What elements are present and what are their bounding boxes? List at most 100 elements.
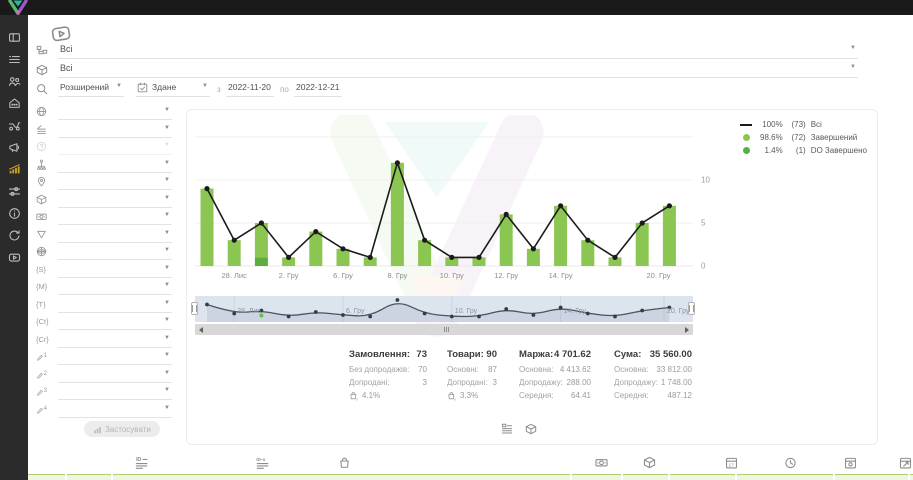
sidebar-item-info[interactable]	[0, 202, 28, 224]
chevron-down-icon[interactable]: ▼	[164, 335, 170, 341]
filter-select[interactable]: ▼	[58, 141, 172, 155]
products-column-icon[interactable]	[643, 456, 656, 469]
chevron-down-icon[interactable]: ▼	[164, 107, 170, 113]
scroll-grip[interactable]	[444, 327, 449, 332]
table-cell[interactable]	[670, 474, 735, 480]
chevron-down-icon[interactable]: ▼	[164, 352, 170, 358]
chevron-down-icon[interactable]: ▼	[164, 230, 170, 236]
chart-scrollbar[interactable]	[195, 324, 693, 335]
chevron-down-icon[interactable]: ▼	[850, 64, 856, 70]
sidebar-item-sync[interactable]	[0, 224, 28, 246]
chevron-down-icon[interactable]: ▼	[164, 370, 170, 376]
svg-text:10. Гру: 10. Гру	[455, 308, 478, 315]
sidebar-nav	[0, 15, 28, 480]
range-navigator[interactable]: 28. Лис6. Гру10. Гру14. Гру20. Гру	[195, 296, 693, 322]
date-export-column-icon[interactable]	[899, 456, 912, 469]
product-select[interactable]: Всі ▼	[58, 63, 858, 78]
items-column-icon[interactable]	[338, 456, 351, 469]
legend-item[interactable]: 1.4% (1) DO Завершено	[740, 144, 867, 157]
table-cell[interactable]	[835, 474, 908, 480]
chevron-down-icon[interactable]: ▼	[164, 317, 170, 323]
filter-select[interactable]: ▼	[58, 246, 172, 260]
filter-select[interactable]: ▼	[58, 404, 172, 418]
sync-icon	[8, 229, 21, 242]
filter-select[interactable]: ▼	[58, 281, 172, 295]
filter-select[interactable]: ▼	[58, 106, 172, 120]
pencil-icon: 4	[36, 404, 47, 415]
sidebar-item-video-help[interactable]	[0, 246, 28, 268]
chevron-down-icon[interactable]: ▼	[164, 247, 170, 253]
sidebar-item-store[interactable]	[0, 92, 28, 114]
filter-row-pencil1: 1▼	[32, 351, 172, 366]
table-cell[interactable]	[572, 474, 621, 480]
chevron-down-icon[interactable]: ▼	[164, 282, 170, 288]
payment-column-icon[interactable]	[595, 456, 608, 469]
chevron-down-icon[interactable]: ▼	[164, 265, 170, 271]
braces-label: {S}	[36, 264, 47, 275]
main-chart[interactable]: 051028. Лис2. Гру6. Гру8. Гру10. Гру12. …	[195, 128, 717, 288]
filter-select[interactable]: ▼	[58, 369, 172, 383]
sidebar-item-orders[interactable]	[0, 48, 28, 70]
filter-select[interactable]: ▼	[58, 194, 172, 208]
filter-select[interactable]: ▼	[58, 351, 172, 365]
products-view-icon[interactable]	[525, 423, 537, 435]
scroll-right-icon[interactable]	[685, 327, 689, 333]
source-select[interactable]: Всі ▼	[58, 44, 858, 59]
table-cell[interactable]	[67, 474, 111, 480]
sidebar-item-analytics[interactable]	[0, 158, 28, 180]
date-from-input[interactable]: 2022-11-20	[226, 82, 274, 97]
table-cell[interactable]	[28, 474, 65, 480]
filter-select[interactable]: ▼	[58, 124, 172, 138]
filter-select[interactable]: ▼	[58, 316, 172, 330]
legend-item[interactable]: 98.6% (72) Завершений	[740, 131, 867, 144]
sidebar-item-automation[interactable]	[0, 180, 28, 202]
date-created-column-icon[interactable]: 17	[725, 456, 738, 469]
list-view-icon[interactable]	[501, 423, 513, 435]
date-to-input[interactable]: 2022-12-21	[294, 82, 342, 97]
source-tree-icon	[36, 45, 48, 57]
svg-text:0: 0	[701, 262, 706, 271]
filter-select[interactable]: ▼	[58, 176, 172, 190]
filter-select[interactable]: ▼	[58, 299, 172, 313]
table-cell[interactable]	[623, 474, 668, 480]
sidebar-item-announcements[interactable]	[0, 136, 28, 158]
legend-item[interactable]: 100% (73) Всі	[740, 118, 867, 131]
navigator-left-handle[interactable]	[191, 302, 198, 315]
sidebar-item-dashboard[interactable]	[0, 26, 28, 48]
chevron-down-icon[interactable]: ▼	[164, 300, 170, 306]
chevron-down-icon[interactable]: ▼	[164, 212, 170, 218]
filter-select[interactable]: ▼	[58, 159, 172, 173]
chevron-down-icon[interactable]: ▼	[116, 83, 122, 89]
external-id-column-icon[interactable]: ID-o	[256, 456, 269, 469]
scroll-left-icon[interactable]	[199, 327, 203, 333]
chevron-down-icon[interactable]: ▼	[164, 387, 170, 393]
date-due-column-icon[interactable]	[844, 456, 857, 469]
svg-text:10: 10	[701, 176, 710, 185]
sidebar-item-customers[interactable]	[0, 70, 28, 92]
sidebar-item-delivery[interactable]	[0, 114, 28, 136]
chevron-down-icon[interactable]: ▼	[164, 195, 170, 201]
filter-row-s: {S} ▼	[32, 264, 172, 279]
filter-select[interactable]: ▼	[58, 229, 172, 243]
order-id-column-icon[interactable]: ID	[135, 456, 148, 469]
chevron-down-icon[interactable]: ▼	[850, 45, 856, 51]
chevron-down-icon[interactable]: ▼	[164, 125, 170, 131]
filter-select[interactable]: ▼	[58, 211, 172, 225]
app-logo-icon[interactable]	[6, 0, 30, 15]
apply-button[interactable]: Застосувати	[84, 421, 160, 437]
filter-select[interactable]: ▼	[58, 264, 172, 278]
chevron-down-icon[interactable]: ▼	[164, 142, 170, 148]
table-cell[interactable]	[737, 474, 833, 480]
chevron-down-icon[interactable]: ▼	[164, 160, 170, 166]
navigator-right-handle[interactable]	[688, 302, 695, 315]
tutorial-video-icon[interactable]	[49, 22, 74, 44]
time-column-icon[interactable]	[784, 456, 797, 469]
date-field-select[interactable]: Здане ▼	[136, 82, 210, 97]
search-mode-select[interactable]: Розширений ▼	[58, 82, 124, 97]
chevron-down-icon[interactable]: ▼	[164, 177, 170, 183]
filter-select[interactable]: ▼	[58, 386, 172, 400]
chevron-down-icon[interactable]: ▼	[202, 83, 208, 89]
table-cell[interactable]	[113, 474, 570, 480]
chevron-down-icon[interactable]: ▼	[164, 405, 170, 411]
filter-select[interactable]: ▼	[58, 334, 172, 348]
